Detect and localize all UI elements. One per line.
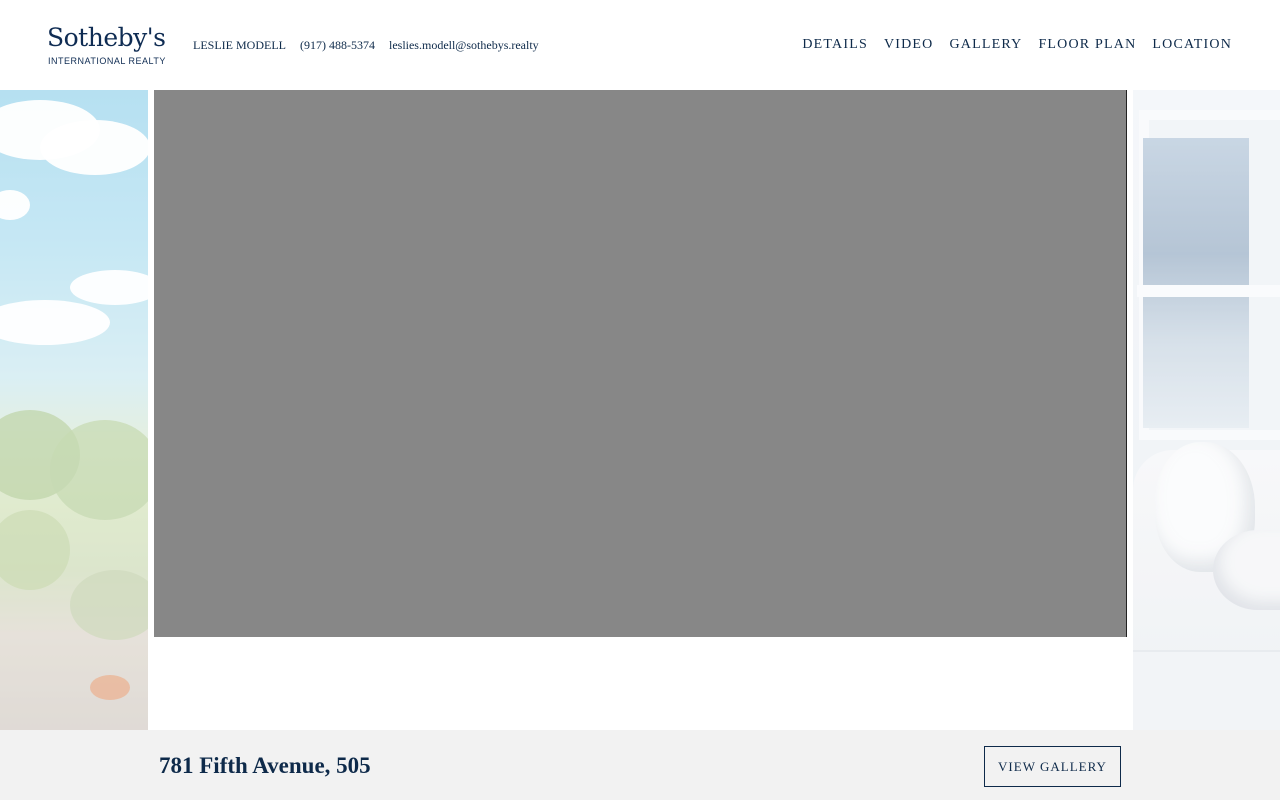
photo-fade-overlay — [0, 90, 148, 730]
agent-email-link[interactable]: leslies.modell@sothebys.realty — [389, 38, 539, 52]
agent-name: LESLIE MODELL — [193, 38, 286, 52]
previous-slide-photo[interactable] — [0, 90, 148, 730]
site-header: Sotheby's INTERNATIONAL REALTY LESLIE MO… — [0, 0, 1280, 90]
nav-gallery[interactable]: GALLERY — [949, 37, 1022, 53]
next-slide-photo[interactable] — [1133, 90, 1280, 730]
sothebys-logo[interactable]: Sotheby's INTERNATIONAL REALTY — [47, 23, 166, 68]
agent-contact: LESLIE MODELL (917) 488-5374 leslies.mod… — [193, 38, 539, 52]
agent-phone-link[interactable]: (917) 488-5374 — [300, 38, 375, 52]
listing-address: 781 Fifth Avenue, 505 — [159, 753, 371, 778]
main-nav: DETAILS VIDEO GALLERY FLOOR PLAN LOCATIO… — [786, 37, 1232, 53]
logo-subtitle: INTERNATIONAL REALTY — [48, 56, 166, 66]
nav-floor-plan[interactable]: FLOOR PLAN — [1038, 37, 1136, 53]
nav-location[interactable]: LOCATION — [1152, 37, 1232, 53]
listing-footer: 781 Fifth Avenue, 505 VIEW GALLERY — [0, 730, 1280, 800]
photo-fade-overlay — [1133, 90, 1280, 730]
current-slide-placeholder[interactable] — [154, 90, 1127, 637]
view-gallery-button[interactable]: VIEW GALLERY — [984, 746, 1121, 787]
nav-video[interactable]: VIDEO — [884, 37, 934, 53]
gallery-stage — [0, 90, 1280, 730]
logo-wordmark: Sotheby's — [47, 23, 166, 52]
nav-details[interactable]: DETAILS — [802, 37, 868, 53]
